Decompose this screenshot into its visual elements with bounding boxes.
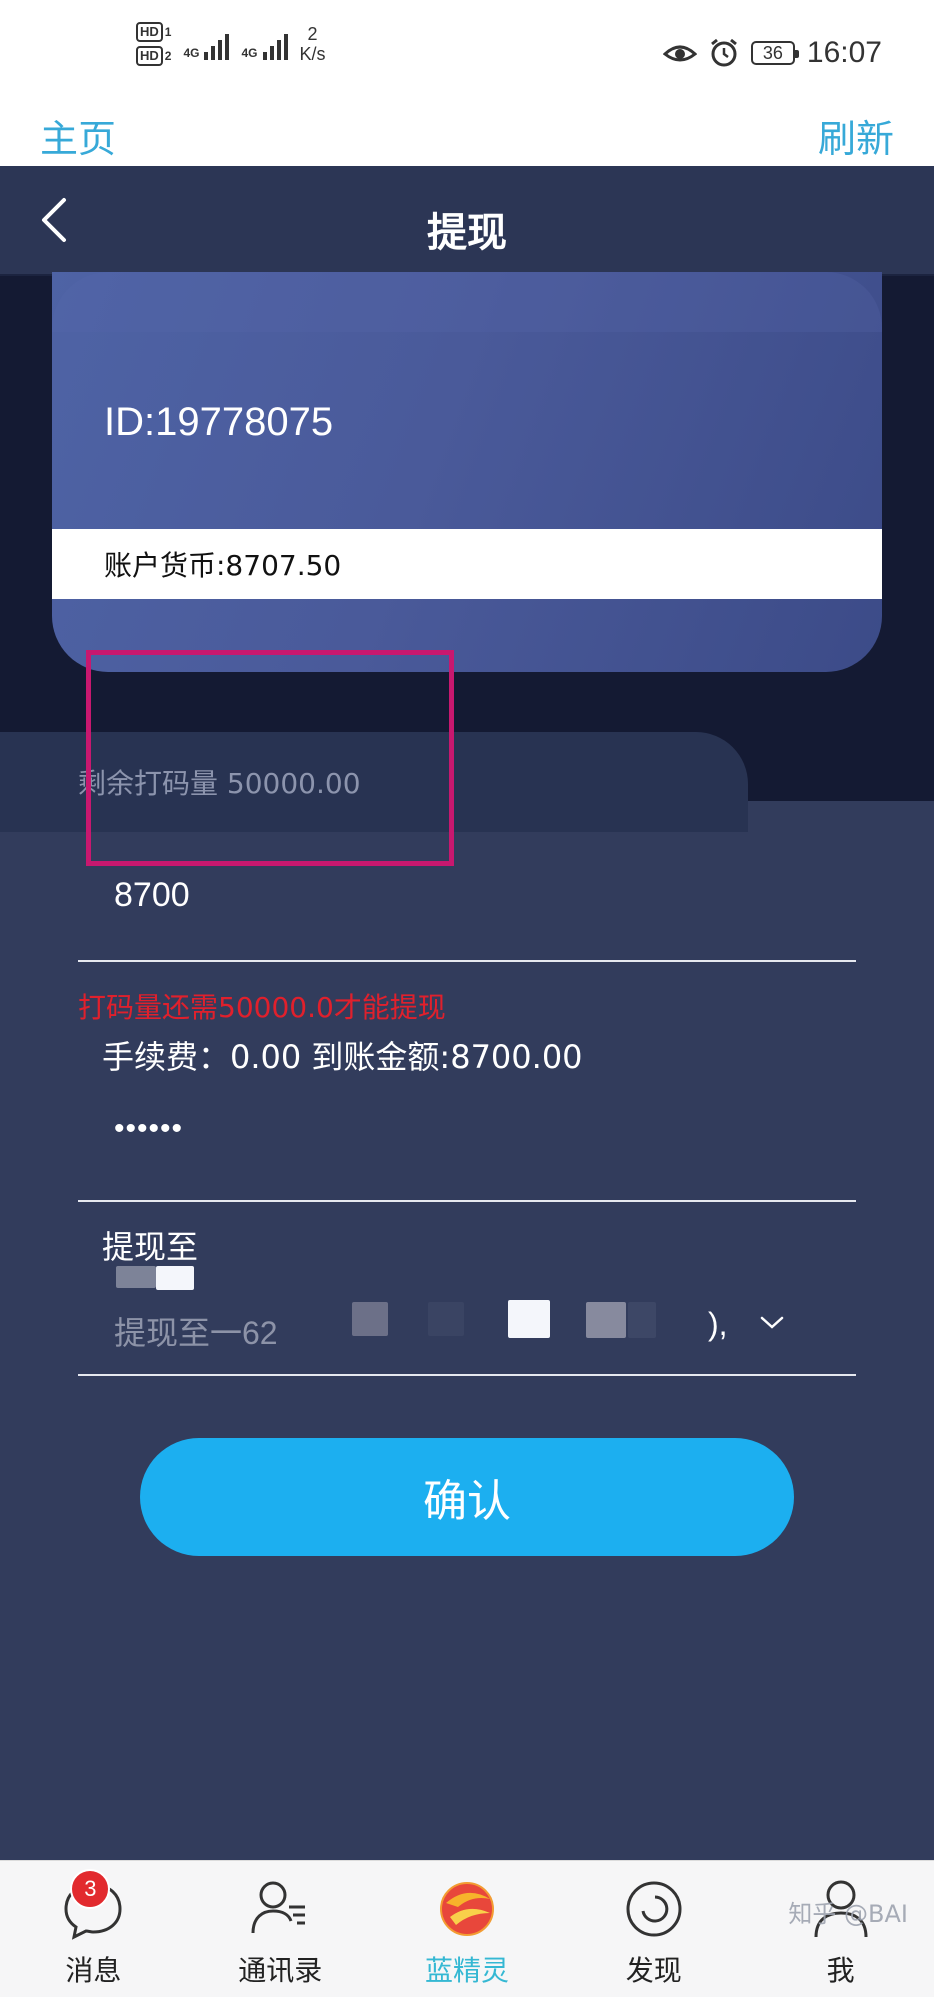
network-type-2: 4G (241, 46, 258, 60)
confirm-button[interactable]: 确认 (140, 1438, 794, 1556)
redaction-block (508, 1300, 550, 1338)
home-link[interactable]: 主页 (40, 108, 116, 163)
tab-label: 通讯录 (238, 1954, 323, 1987)
redaction-block (428, 1302, 464, 1336)
app-logo-icon (432, 1873, 502, 1943)
network-speed-unit: K/s (299, 44, 326, 64)
status-right-group: 36 16:07 (662, 36, 882, 70)
sim1-hd-label: HD (136, 22, 163, 42)
withdraw-account-tail: ), (708, 1306, 728, 1342)
page-title: 提现 (427, 210, 507, 256)
signal-1-icon: 4G (183, 28, 230, 60)
tab-label: 发现 (625, 1954, 682, 1987)
contacts-icon (245, 1873, 315, 1943)
redaction-block (628, 1302, 656, 1338)
tab-label: 我 (826, 1954, 855, 1987)
redaction-block (156, 1266, 194, 1290)
title-bar: 提现 (0, 166, 934, 276)
sim1-index: 1 (164, 25, 172, 39)
status-bar: HD 1 HD 2 4G 4G 2 K/s 36 16:07 (0, 0, 934, 104)
error-message: 打码量还需50000.0才能提现 (78, 991, 446, 1024)
fee-summary: 手续费：0.00 到账金额:8700.00 (102, 1038, 583, 1076)
withdraw-account-value: 提现至一62 (114, 1315, 278, 1351)
tab-messages[interactable]: 3 消息 (0, 1861, 187, 1998)
withdraw-to-label: 提现至 (102, 1228, 199, 1266)
tab-contacts[interactable]: 通讯录 (187, 1861, 374, 1998)
tab-app-home[interactable]: 蓝精灵 (374, 1861, 561, 1998)
tab-label: 蓝精灵 (424, 1954, 509, 1987)
password-input[interactable]: •••••• (114, 1112, 183, 1146)
status-left-group: HD 1 HD 2 4G 4G 2 K/s (136, 22, 326, 66)
alarm-icon (710, 38, 737, 67)
network-speed: 2 K/s (300, 24, 326, 64)
password-divider (78, 1200, 856, 1202)
tab-discover[interactable]: 发现 (560, 1861, 747, 1998)
withdraw-account-select[interactable]: 提现至一62 ), (78, 1266, 856, 1370)
sim2-indicator: HD 2 (136, 46, 171, 66)
message-icon: 3 (58, 1869, 128, 1943)
account-balance: 账户货币:8707.50 (104, 549, 342, 582)
watermark: 知乎 @BAI (788, 1900, 908, 1928)
redaction-block (116, 1266, 156, 1288)
refresh-link[interactable]: 刷新 (818, 108, 894, 163)
amount-input[interactable]: 8700 (114, 876, 190, 915)
withdraw-divider (78, 1374, 856, 1376)
annotation-highlight-box (86, 650, 454, 866)
battery-icon: 36 (750, 41, 799, 65)
clock: 16:07 (806, 36, 882, 69)
tab-profile[interactable]: 我 (747, 1861, 934, 1998)
main-content: ID:19778075 账户货币:8707.50 剩余打码量 50000.00 … (0, 272, 934, 1860)
redaction-block (352, 1302, 388, 1336)
sim2-hd-label: HD (136, 46, 163, 66)
amount-divider (78, 960, 856, 962)
account-id: ID:19778075 (104, 400, 334, 444)
battery-level: 36 (762, 42, 783, 63)
discover-icon (619, 1873, 689, 1943)
redaction-block (586, 1302, 626, 1338)
account-card: ID:19778075 账户货币:8707.50 (52, 272, 882, 672)
eye-icon (662, 45, 697, 62)
sim-indicators: HD 1 HD 2 (136, 22, 171, 66)
tab-label: 消息 (65, 1954, 122, 1987)
chevron-down-icon (760, 1316, 784, 1329)
balance-strip: 账户货币:8707.50 (52, 529, 882, 599)
signal-2-icon: 4G (241, 28, 288, 60)
sim2-index: 2 (164, 49, 172, 63)
network-type-1: 4G (183, 46, 200, 60)
network-speed-value: 2 (307, 24, 318, 44)
sim1-indicator: HD 1 (136, 22, 171, 42)
